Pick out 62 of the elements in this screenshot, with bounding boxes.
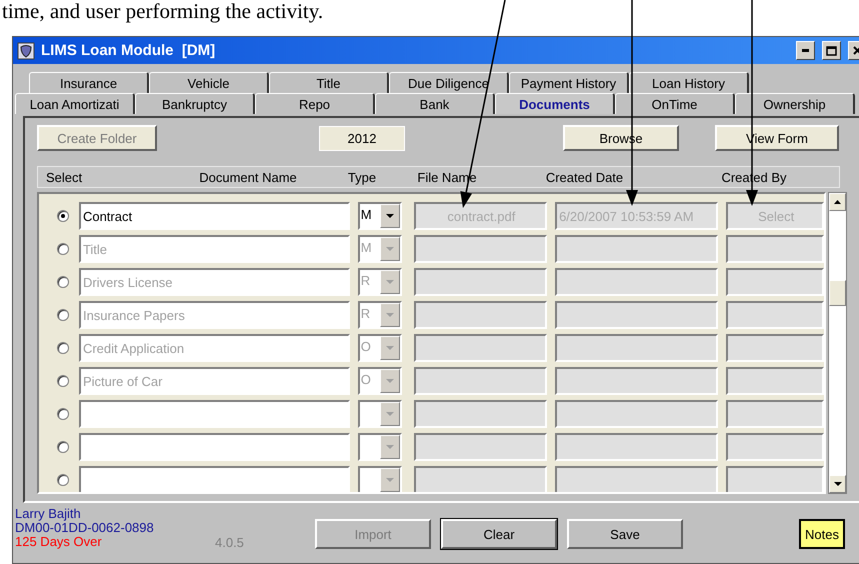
radio-button[interactable] [57,408,69,420]
type-dropdown[interactable] [358,433,402,461]
caret-icon [386,379,394,383]
caret-icon [386,214,394,218]
notes-button[interactable]: Notes [799,519,845,549]
caret-icon [386,313,394,317]
type-dropdown[interactable]: M [358,202,402,230]
column-header: Document Name [198,170,298,184]
tab[interactable]: Bankruptcy [135,93,255,114]
type-dropdown[interactable] [358,466,402,492]
tab[interactable]: Loan History [629,72,749,93]
dropdown-button[interactable] [380,204,400,228]
caret-icon [386,445,394,449]
caret-icon [386,280,394,284]
column-header: Type [346,170,378,184]
created-by-field: Select [726,202,824,230]
radio-button[interactable] [57,210,69,222]
tab[interactable]: Repo [255,93,375,114]
caret-icon [386,346,394,350]
minimize-icon [802,49,809,52]
caption-text: time, and user performing the activity. [1,0,324,25]
minimize-button[interactable] [796,41,815,60]
scroll-down-button[interactable] [829,475,846,493]
document-name-field[interactable] [78,433,350,461]
tab[interactable]: OnTime [615,93,735,114]
caret-icon [386,478,394,482]
document-name-field[interactable]: Contract [78,202,350,230]
column-header: Select [45,170,84,184]
caret-icon [386,412,394,416]
radio-button[interactable] [57,441,69,453]
document-name-field[interactable] [78,400,350,428]
app-icon [17,42,35,60]
type-dropdown[interactable] [358,400,402,428]
tab[interactable]: Title [269,72,389,93]
maximize-icon [826,46,837,56]
scrollbar[interactable] [828,192,847,494]
action-button[interactable]: Clear [441,519,557,549]
tab[interactable]: Payment History [509,72,629,93]
scroll-up-button[interactable] [829,193,846,211]
document-name-field[interactable] [78,466,350,492]
file-name-field: contract.pdf [414,202,548,230]
caret-icon [386,247,394,251]
account-number: DM00-01DD-0062-0898 [15,521,155,535]
up-caret-icon [834,200,841,204]
scroll-thumb[interactable] [829,280,846,306]
tab[interactable]: Vehicle [149,72,269,93]
overdue-status: 125 Days Over [15,535,103,549]
year-field: 2012 [319,126,405,150]
customer-name: Larry Bajith [15,507,82,521]
caret-icon [834,482,842,486]
tab[interactable]: Loan Amortizati [15,93,135,114]
maximize-button[interactable] [822,41,841,60]
tab[interactable]: Documents [495,93,615,114]
window-title: LIMS Loan Module [DM] [41,42,216,59]
version-label: 4.0.5 [215,535,245,550]
created-date-field: 6/20/2007 10:53:59 AM [555,202,718,230]
action-button[interactable]: Save [567,519,683,549]
tab[interactable]: Bank [375,93,495,114]
tab[interactable]: Ownership [735,93,855,114]
tab[interactable]: Insurance [29,72,149,93]
radio-button[interactable] [57,474,69,486]
column-header: Created Date [544,170,624,184]
